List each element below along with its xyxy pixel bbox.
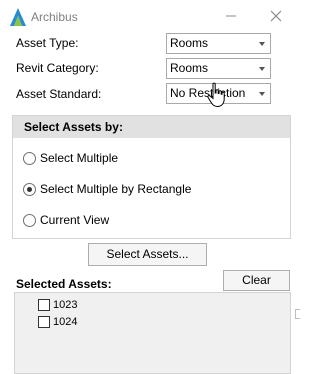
select-assets-by-header: Select Assets by: [12,115,291,138]
revit-category-value: Rooms [170,61,209,75]
chevron-down-icon [259,42,265,46]
list-item[interactable]: 1023 [38,298,77,312]
asset-standard-value: No Restriction [170,86,246,100]
radio-select-multiple[interactable]: Select Multiple [23,150,118,166]
clear-button[interactable]: Clear [223,270,290,291]
radio-label: Current View [40,213,110,227]
radio-current-view[interactable]: Current View [23,212,109,228]
selected-assets-list[interactable]: 1023 1024 [14,292,291,374]
radio-button[interactable] [23,151,36,165]
close-icon [270,10,282,22]
asset-standard-label: Asset Standard: [16,87,102,101]
archibus-logo-icon [10,8,26,26]
checkbox[interactable] [38,316,50,328]
selected-assets-label: Selected Assets: [16,277,112,291]
list-item[interactable]: 1024 [38,315,77,329]
asset-type-value: Rooms [170,36,209,50]
close-button[interactable] [260,4,292,28]
minimize-button[interactable] [215,4,247,28]
asset-type-dropdown[interactable]: Rooms [166,33,271,54]
chevron-down-icon [259,92,265,96]
select-assets-button[interactable]: Select Assets... [88,243,207,266]
revit-category-dropdown[interactable]: Rooms [166,58,271,79]
chevron-down-icon [259,67,265,71]
list-item-label: 1024 [53,316,78,328]
revit-category-label: Revit Category: [16,61,99,75]
radio-select-multiple-by-rectangle[interactable]: Select Multiple by Rectangle [23,181,191,197]
list-item-label: 1023 [53,299,78,311]
radio-button[interactable] [23,182,36,196]
archibus-window: Archibus Asset Type: Rooms Revit Categor… [0,0,300,374]
window-title: Archibus [31,10,78,24]
minimize-icon [226,15,236,17]
radio-label: Select Multiple [40,151,119,165]
resize-grip[interactable] [295,309,300,319]
radio-button[interactable] [23,213,36,227]
select-assets-by-group: Select Multiple Select Multiple by Recta… [12,138,291,239]
asset-standard-dropdown[interactable]: No Restriction [166,83,271,104]
radio-label: Select Multiple by Rectangle [40,182,192,196]
title-bar: Archibus [0,0,300,32]
checkbox[interactable] [38,299,50,311]
asset-type-label: Asset Type: [16,36,79,50]
